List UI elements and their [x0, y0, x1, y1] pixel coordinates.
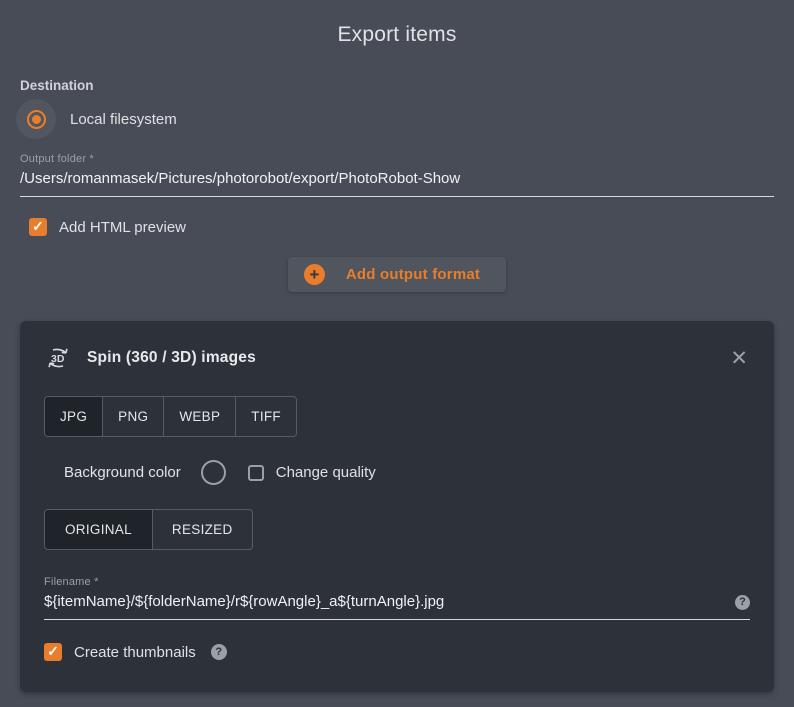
create-thumbnails-label: Create thumbnails: [74, 643, 196, 661]
page-title: Export items: [337, 23, 457, 46]
output-folder-field: Output folder * /Users/romanmasek/Pictur…: [20, 153, 774, 197]
create-thumbnails-row: ✓ Create thumbnails ?: [44, 643, 750, 661]
local-filesystem-radio[interactable]: [16, 99, 56, 139]
destination-radio-row: Local filesystem: [16, 99, 774, 139]
tab-tiff[interactable]: TIFF: [235, 397, 296, 436]
export-items-dialog: Export items Destination Local filesyste…: [0, 0, 794, 707]
card-title: Spin (360 / 3D) images: [87, 349, 256, 366]
add-html-preview-label: Add HTML preview: [59, 218, 186, 236]
plus-circle-icon: +: [303, 264, 325, 285]
filename-label: Filename *: [44, 576, 99, 588]
filename-input[interactable]: ${itemName}/${folderName}/r${rowAngle}_a…: [44, 588, 750, 620]
checkmark-icon: ✓: [32, 218, 44, 234]
spin-3d-icon: 3D: [48, 348, 68, 368]
output-folder-value: /Users/romanmasek/Pictures/photorobot/ex…: [20, 170, 461, 187]
output-folder-label: Output folder *: [20, 153, 94, 165]
filename-help-icon[interactable]: ?: [735, 595, 750, 610]
card-header: 3D Spin (360 / 3D) images ✕: [44, 344, 750, 372]
spin-format-card: 3D Spin (360 / 3D) images ✕ JPG PNG WEBP…: [20, 321, 774, 692]
create-thumbnails-help-icon[interactable]: ?: [210, 644, 227, 660]
tab-webp[interactable]: WEBP: [163, 397, 235, 436]
change-quality-label: Change quality: [275, 464, 376, 481]
background-color-row: Background color Change quality: [44, 460, 750, 485]
change-quality-checkbox[interactable]: [247, 464, 264, 481]
tab-jpg[interactable]: JPG: [45, 397, 103, 436]
tab-resized[interactable]: RESIZED: [151, 510, 252, 549]
radio-selected-icon: [26, 109, 46, 129]
create-thumbnails-checkbox[interactable]: ✓: [44, 643, 62, 661]
add-output-format-button[interactable]: + Add output format: [287, 257, 507, 292]
dialog-footer: Close Export: [20, 702, 774, 707]
background-color-label: Background color: [64, 464, 181, 481]
destination-section-label: Destination: [20, 78, 94, 93]
close-button[interactable]: Close: [598, 702, 644, 707]
filename-value: ${itemName}/${folderName}/r${rowAngle}_a…: [44, 593, 445, 610]
export-button[interactable]: Export: [683, 702, 736, 707]
size-tabs: ORIGINAL RESIZED: [44, 509, 253, 550]
tab-png[interactable]: PNG: [102, 397, 163, 436]
local-filesystem-label: Local filesystem: [70, 110, 177, 128]
filename-field: Filename * ${itemName}/${folderName}/r${…: [44, 576, 750, 620]
background-color-swatch[interactable]: [200, 460, 226, 485]
tab-original[interactable]: ORIGINAL: [45, 510, 152, 549]
add-html-preview-checkbox[interactable]: ✓: [29, 218, 47, 236]
add-html-preview-row: ✓ Add HTML preview: [29, 218, 774, 236]
close-icon[interactable]: ✕: [728, 348, 750, 369]
output-folder-input[interactable]: /Users/romanmasek/Pictures/photorobot/ex…: [20, 165, 774, 197]
add-output-format-label: Add output format: [345, 266, 481, 283]
checkmark-icon: ✓: [47, 643, 59, 659]
format-tabs: JPG PNG WEBP TIFF: [44, 396, 297, 437]
